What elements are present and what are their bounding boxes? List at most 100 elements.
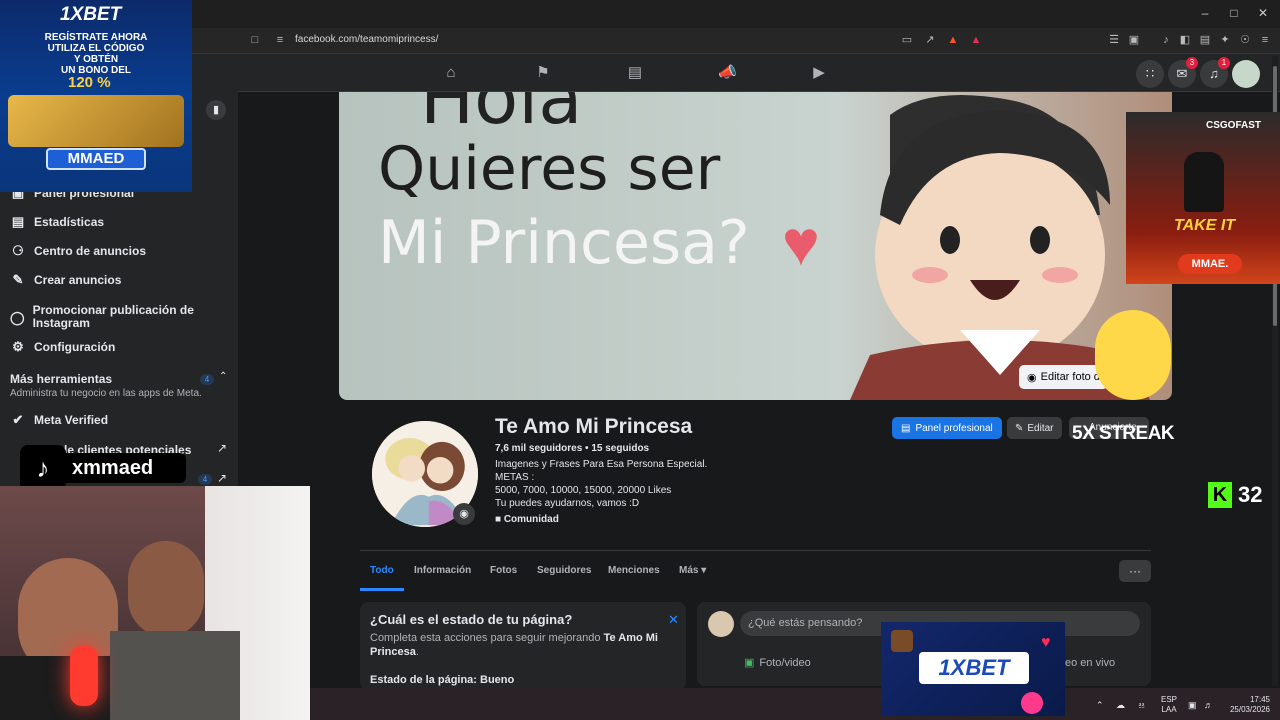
cast-icon[interactable]: ▭	[900, 33, 914, 47]
status-card-desc: Completa esta acciones para seguir mejor…	[370, 631, 670, 659]
ad-decoration	[891, 630, 913, 652]
external-link-icon[interactable]: ↗	[217, 441, 227, 455]
tab-info[interactable]: Información	[414, 565, 471, 576]
clock-time: 17:45	[1249, 695, 1270, 704]
sidebar-item-promote-instagram[interactable]: ◯ Promocionar publicación de Instagram	[10, 302, 200, 332]
volume-icon[interactable]: ♬	[1204, 700, 1213, 710]
more-options-button[interactable]: ···	[1119, 560, 1151, 582]
duck-emoji-graphic	[1095, 310, 1171, 400]
ad-line: Y OBTÉN	[73, 54, 119, 65]
cover-text-line2: Mi Princesa?	[378, 208, 750, 278]
megaphone-nav-icon[interactable]: 📣	[718, 64, 737, 82]
menu-icon[interactable]: ≡	[1258, 33, 1272, 47]
language-indicator[interactable]: ESP LAA	[1161, 695, 1177, 715]
guest-shirt	[110, 631, 240, 720]
network-icon[interactable]: ▣	[1188, 700, 1197, 711]
tab-photos[interactable]: Fotos	[490, 565, 517, 576]
category-label: ■ Comunidad	[495, 514, 559, 525]
rewards-icon[interactable]: ▲	[969, 33, 983, 47]
menu-grid-button[interactable]: ∷	[1136, 60, 1164, 88]
post-avatar[interactable]	[708, 611, 734, 637]
lang-primary: ESP	[1161, 695, 1178, 704]
sidebar-item-meta-verified[interactable]: ✔ Meta Verified	[10, 409, 108, 431]
microphone-icon[interactable]: ⎂	[1138, 700, 1145, 711]
camera-icon[interactable]: ◉	[453, 503, 475, 525]
messenger-badge: 3	[1186, 57, 1198, 69]
more-tools-subtitle: Administra tu negocio en las apps de Met…	[10, 388, 202, 399]
sidebar-item-label: Configuración	[34, 340, 116, 354]
professional-panel-button[interactable]: ▤ Panel profesional	[892, 417, 1002, 439]
photo-icon: ▣	[744, 657, 755, 669]
sidebar-toggle-icon[interactable]: ◧	[1178, 33, 1192, 47]
insights-nav-icon[interactable]: ▤	[626, 64, 644, 82]
verified-icon: ✔	[12, 412, 24, 427]
csgofast-ad: CSGOFAST TAKE IT MMAE.	[1126, 112, 1280, 284]
heart-icon: ♥	[782, 207, 820, 279]
page-title: Te Amo Mi Princesa	[495, 415, 693, 438]
tab-all[interactable]: Todo	[370, 565, 394, 576]
leo-icon[interactable]: ✦	[1218, 33, 1232, 47]
edit-button[interactable]: ✎ Editar	[1007, 417, 1062, 439]
clock[interactable]: 17:45 25/03/2026	[1226, 695, 1270, 715]
vpn-icon[interactable]: ☉	[1238, 33, 1252, 47]
sidebar-item-ads-center[interactable]: ⚆ Centro de anuncios	[10, 240, 146, 262]
music-icon[interactable]: ♪	[1159, 33, 1173, 47]
gear-icon: ⚙	[12, 339, 24, 354]
site-settings-icon[interactable]: ≡	[273, 33, 287, 47]
ad-percent: 120 %	[68, 74, 111, 91]
sidebar-item-create-ads[interactable]: ✎ Crear anuncios	[10, 269, 122, 291]
folder-icon: ■	[495, 514, 504, 525]
wallet-icon[interactable]: ▣	[1127, 33, 1141, 47]
sidebar-collapse-icon[interactable]: ▮	[206, 100, 226, 120]
video-icon[interactable]: ▶	[810, 64, 828, 82]
sidebar-item-label: Promocionar publicación de Instagram	[32, 303, 194, 330]
sidebar-item-settings[interactable]: ⚙ Configuración	[10, 336, 115, 358]
betting-ad-bottom: 1XBET ♥	[881, 622, 1065, 716]
maximize-icon[interactable]: □	[1227, 6, 1241, 20]
close-icon[interactable]: ✕	[668, 612, 679, 628]
streak-counter: 5X STREAK	[1072, 423, 1175, 444]
bookmark-icon[interactable]: □	[248, 33, 262, 47]
button-label: Editar	[1027, 422, 1054, 434]
live-video-button[interactable]: eo en vivo	[1065, 657, 1115, 669]
minimize-icon[interactable]: –	[1198, 6, 1212, 20]
ad-brand: 1XBET	[60, 4, 122, 25]
home-icon[interactable]: ⌂	[442, 64, 460, 82]
bio-line: Imagenes y Frases Para Esa Persona Espec…	[495, 459, 708, 470]
external-link-icon[interactable]: ↗	[217, 471, 227, 485]
bio-line: 5000, 7000, 10000, 15000, 20000 Likes	[495, 485, 672, 496]
extensions-icon[interactable]: ☰	[1107, 33, 1121, 47]
red-lamp	[70, 646, 98, 706]
edit-cover-label: Editar foto d	[1040, 371, 1100, 383]
tab-more[interactable]: Más ▾	[679, 565, 706, 576]
chevron-up-icon[interactable]: ⌃	[219, 371, 227, 382]
status-card-title: ¿Cuál es el estado de tu página?	[370, 612, 573, 627]
share-icon[interactable]: ↗	[923, 33, 937, 47]
bio-line: Tu puedes ayudarnos, vamos :D	[495, 498, 640, 509]
more-tools-header[interactable]: Más herramientas	[10, 368, 112, 390]
cloud-icon[interactable]: ☁	[1116, 700, 1125, 711]
sidebar-item-label: Centro de anuncios	[34, 244, 147, 258]
lang-secondary: LAA	[1161, 705, 1177, 714]
notifications-badge: 1	[1218, 57, 1230, 69]
followers-count[interactable]: 7,6 mil seguidores • 15 seguidos	[495, 443, 649, 454]
ad-figure	[1184, 152, 1224, 212]
ad-code: MMAED	[46, 148, 146, 170]
chevron-up-icon[interactable]: ⌃	[1096, 700, 1104, 711]
photo-video-button[interactable]: ▣ Foto/video	[744, 656, 811, 670]
close-icon[interactable]: ✕	[1256, 6, 1270, 20]
camera-icon: ◉	[1027, 371, 1037, 384]
url-field[interactable]: facebook.com/teamomiprincess/	[295, 34, 438, 45]
sidebar-item-stats[interactable]: ▤ Estadísticas	[10, 211, 104, 233]
tab-followers[interactable]: Seguidores	[537, 565, 591, 576]
cover-text-line1: Quieres ser	[378, 134, 721, 204]
reader-icon[interactable]: ▤	[1198, 33, 1212, 47]
button-label: Foto/video	[759, 656, 811, 669]
pencil-icon: ✎	[12, 272, 24, 287]
brave-shield-icon[interactable]: ▲	[946, 33, 960, 47]
tab-mentions[interactable]: Menciones	[608, 565, 660, 576]
button-label: Panel profesional	[915, 422, 993, 434]
bio-line: METAS :	[495, 472, 535, 483]
flag-icon[interactable]: ⚑	[534, 64, 552, 82]
account-avatar[interactable]	[1232, 60, 1260, 88]
